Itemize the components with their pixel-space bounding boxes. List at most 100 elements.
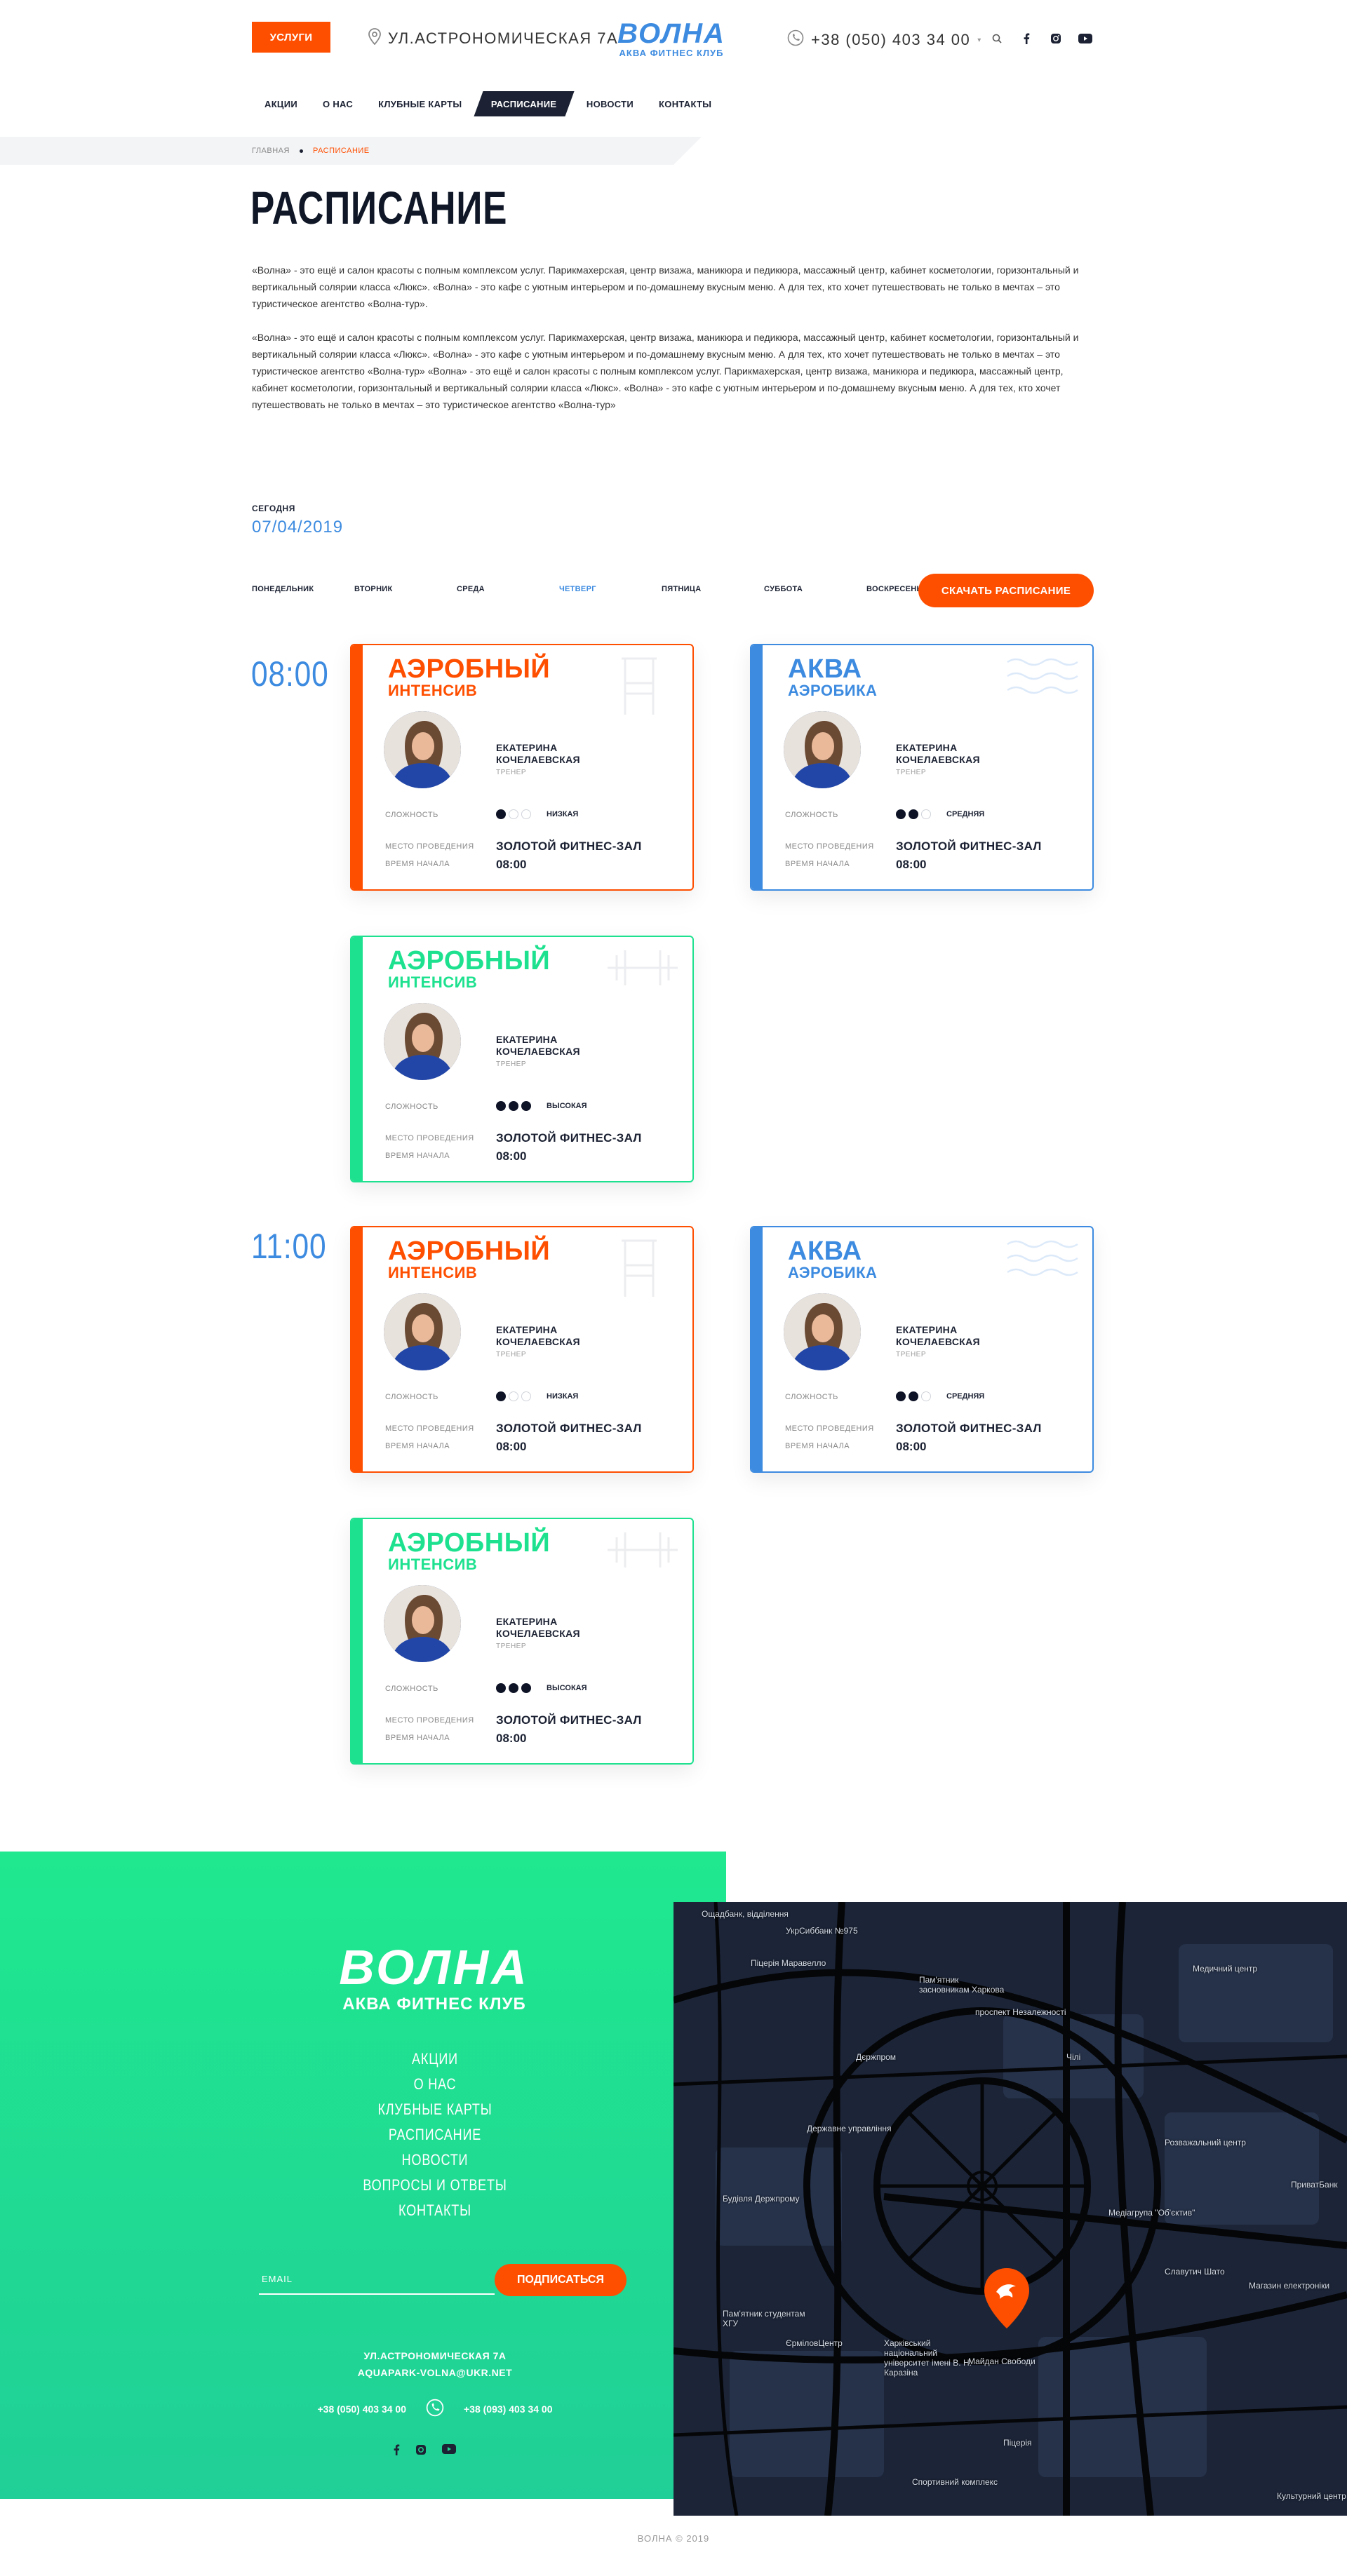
intro-paragraph-2: «Волна» - это ещё и салон красоты с полн…: [252, 332, 1079, 410]
class-subtitle: ИНТЕНСИВ: [388, 1264, 478, 1281]
class-place: ЗОЛОТОЙ ФИТНЕС-ЗАЛ: [896, 839, 1042, 853]
nav-item-news[interactable]: НОВОСТИ: [574, 91, 646, 116]
youtube-icon[interactable]: [442, 2444, 456, 2459]
map-label: ЄрміловЦентр: [786, 2338, 843, 2348]
today-date: 07/04/2019: [252, 518, 344, 537]
difficulty-dot: [521, 1101, 531, 1111]
youtube-icon[interactable]: [1078, 31, 1093, 46]
map-label: ПриватБанк: [1291, 2180, 1338, 2190]
map-label: УкрСиббанк №975: [786, 1926, 858, 1936]
class-card[interactable]: АКВА АЭРОБИКА ЕКАТЕРИНА КОЧЕЛАЕВСКАЯ ТРЕНЕР…: [750, 1226, 1094, 1473]
footer-nav-item[interactable]: НОВОСТИ: [326, 2147, 544, 2173]
map-label: Медичний центр: [1193, 1964, 1258, 1974]
intro-text: «Волна» - это ещё и салон красоты с полн…: [252, 262, 1080, 430]
subscribe-button[interactable]: ПОДПИСАТЬСЯ: [495, 2264, 626, 2296]
tab-monday[interactable]: ПОНЕДЕЛЬНИК: [252, 585, 354, 593]
tab-friday[interactable]: ПЯТНИЦА: [662, 585, 764, 593]
difficulty-label: СЛОЖНОСТЬ: [385, 811, 438, 819]
difficulty-dot: [496, 809, 506, 819]
tab-saturday[interactable]: СУББОТА: [764, 585, 866, 593]
map-pin-icon: [368, 28, 381, 49]
map-location-pin-icon[interactable]: [982, 2267, 1031, 2328]
dumbbell-icon: [604, 1529, 678, 1592]
trainer-role: ТРЕНЕР: [496, 1351, 527, 1358]
today-label: СЕГОДНЯ: [252, 504, 295, 513]
trainer-role: ТРЕНЕР: [496, 1060, 527, 1068]
map-label: проспект Незалежності: [975, 2007, 1066, 2017]
difficulty-level: НИЗКАЯ: [547, 810, 579, 818]
trainer-role: ТРЕНЕР: [496, 769, 527, 776]
difficulty-level: ВЫСОКАЯ: [547, 1102, 587, 1110]
nav-item-contacts[interactable]: КОНТАКТЫ: [646, 91, 724, 116]
tab-tuesday[interactable]: ВТОРНИК: [354, 585, 457, 593]
tab-thursday[interactable]: ЧЕТВЕРГ: [559, 585, 662, 593]
difficulty-dot: [909, 809, 918, 819]
class-subtitle: ИНТЕНСИВ: [388, 1556, 478, 1573]
services-button[interactable]: УСЛУГИ: [252, 22, 330, 53]
trainer-name: ЕКАТЕРИНА КОЧЕЛАЕВСКАЯ: [496, 1616, 580, 1639]
facebook-icon[interactable]: [393, 2444, 400, 2459]
difficulty-dot: [496, 1101, 506, 1111]
nav-item-about[interactable]: О НАС: [310, 91, 366, 116]
day-tabs: ПОНЕДЕЛЬНИК ВТОРНИК СРЕДА ЧЕТВЕРГ ПЯТНИЦ…: [252, 585, 969, 593]
email-field[interactable]: EMAIL: [259, 2265, 495, 2295]
footer-nav-item[interactable]: КОНТАКТЫ: [326, 2198, 544, 2223]
instagram-icon[interactable]: [1048, 31, 1064, 46]
search-icon[interactable]: [989, 31, 1005, 46]
footer-nav-item[interactable]: АКЦИИ: [326, 2046, 544, 2072]
footer-email[interactable]: AQUAPARK-VOLNA@UKR.NET: [302, 2364, 568, 2381]
difficulty-dot: [921, 1391, 931, 1401]
map-canvas: [674, 1902, 1347, 2516]
nav-item-schedule-label: РАСПИСАНИЕ: [491, 98, 557, 109]
footer-phone-2[interactable]: +38 (093) 403 34 00: [464, 2403, 553, 2415]
footer-nav-item[interactable]: ВОПРОСЫ И ОТВЕТЫ: [326, 2173, 544, 2198]
class-place: ЗОЛОТОЙ ФИТНЕС-ЗАЛ: [896, 1422, 1042, 1435]
trainer-avatar: [784, 1293, 861, 1370]
class-card[interactable]: АЭРОБНЫЙ ИНТЕНСИВ ЕКАТЕРИНА КОЧЕЛАЕВСКАЯ ТР…: [350, 1518, 694, 1765]
download-schedule-button[interactable]: СКАЧАТЬ РАСПИСАНИЕ: [918, 574, 1094, 607]
class-card[interactable]: АЭРОБНЫЙ ИНТЕНСИВ ЕКАТЕРИНА КОЧЕЛАЕВСКАЯ ТР…: [350, 1226, 694, 1473]
header-phone[interactable]: +38 (050) 403 34 00 ▾: [787, 29, 982, 50]
map-label: Культурний центр: [1277, 2491, 1346, 2501]
difficulty-dots: [496, 809, 531, 819]
chevron-down-icon[interactable]: ▾: [977, 36, 982, 44]
chair-icon: [604, 655, 674, 718]
map-label: Славутич Шато: [1165, 2267, 1225, 2277]
footer-nav-item[interactable]: КЛУБНЫЕ КАРТЫ: [326, 2097, 544, 2122]
footer-logo[interactable]: ВОЛНА АКВА ФИТНЕС КЛУБ: [319, 1943, 550, 2014]
place-label: МЕСТО ПРОВЕДЕНИЯ: [385, 1134, 474, 1142]
location-map[interactable]: Ощадбанк, відділення УкрСиббанк №975 Піцер…: [674, 1902, 1347, 2516]
class-title: АЭРОБНЫЙ: [388, 1528, 551, 1558]
class-card[interactable]: АКВА АЭРОБИКА ЕКАТЕРИНА КОЧЕЛАЕВСКАЯ ТРЕНЕР…: [750, 644, 1094, 891]
breadcrumb-separator: [299, 149, 303, 153]
place-label: МЕСТО ПРОВЕДЕНИЯ: [785, 842, 874, 851]
main-nav: АКЦИИ О НАС КЛУБНЫЕ КАРТЫ РАСПИСАНИЕ НОВ…: [252, 91, 724, 116]
tab-wednesday[interactable]: СРЕДА: [457, 585, 559, 593]
difficulty-dot: [521, 809, 531, 819]
logo-wordmark: ВОЛНА: [617, 18, 725, 49]
class-start-time: 08:00: [496, 1732, 527, 1745]
footer-nav-item[interactable]: О НАС: [326, 2072, 544, 2097]
breadcrumb-home[interactable]: ГЛАВНАЯ: [252, 147, 290, 155]
nav-item-promos[interactable]: АКЦИИ: [252, 91, 310, 116]
copyright: ВОЛНА © 2019: [637, 2533, 710, 2544]
card-accent-stripe: [351, 645, 363, 889]
class-subtitle: АЭРОБИКА: [788, 682, 878, 699]
class-card[interactable]: АЭРОБНЫЙ ИНТЕНСИВ ЕКАТЕРИНА КОЧЕЛАЕВСКАЯ ТР…: [350, 644, 694, 891]
facebook-icon[interactable]: [1019, 31, 1034, 46]
nav-item-schedule[interactable]: РАСПИСАНИЕ: [474, 91, 575, 116]
difficulty-dot: [509, 1391, 518, 1401]
class-card[interactable]: АЭРОБНЫЙ ИНТЕНСИВ ЕКАТЕРИНА КОЧЕЛАЕВСКАЯ ТР…: [350, 936, 694, 1182]
class-title: АКВА: [788, 1236, 862, 1266]
instagram-icon[interactable]: [415, 2444, 427, 2459]
footer-phone-1[interactable]: +38 (050) 403 34 00: [318, 2403, 407, 2415]
footer-nav-item[interactable]: РАСПИСАНИЕ: [326, 2122, 544, 2147]
trainer-avatar: [384, 1585, 461, 1662]
site-logo[interactable]: ВОЛНА АКВА ФИТНЕС КЛУБ: [605, 20, 738, 63]
nav-item-club-cards[interactable]: КЛУБНЫЕ КАРТЫ: [366, 91, 474, 116]
address-text: УЛ.АСТРОНОМИЧЕСКАЯ 7А: [388, 29, 619, 47]
class-start-time: 08:00: [496, 1440, 527, 1453]
trainer-role: ТРЕНЕР: [896, 1351, 927, 1358]
class-place: ЗОЛОТОЙ ФИТНЕС-ЗАЛ: [496, 1131, 642, 1145]
difficulty-dot: [496, 1683, 506, 1693]
